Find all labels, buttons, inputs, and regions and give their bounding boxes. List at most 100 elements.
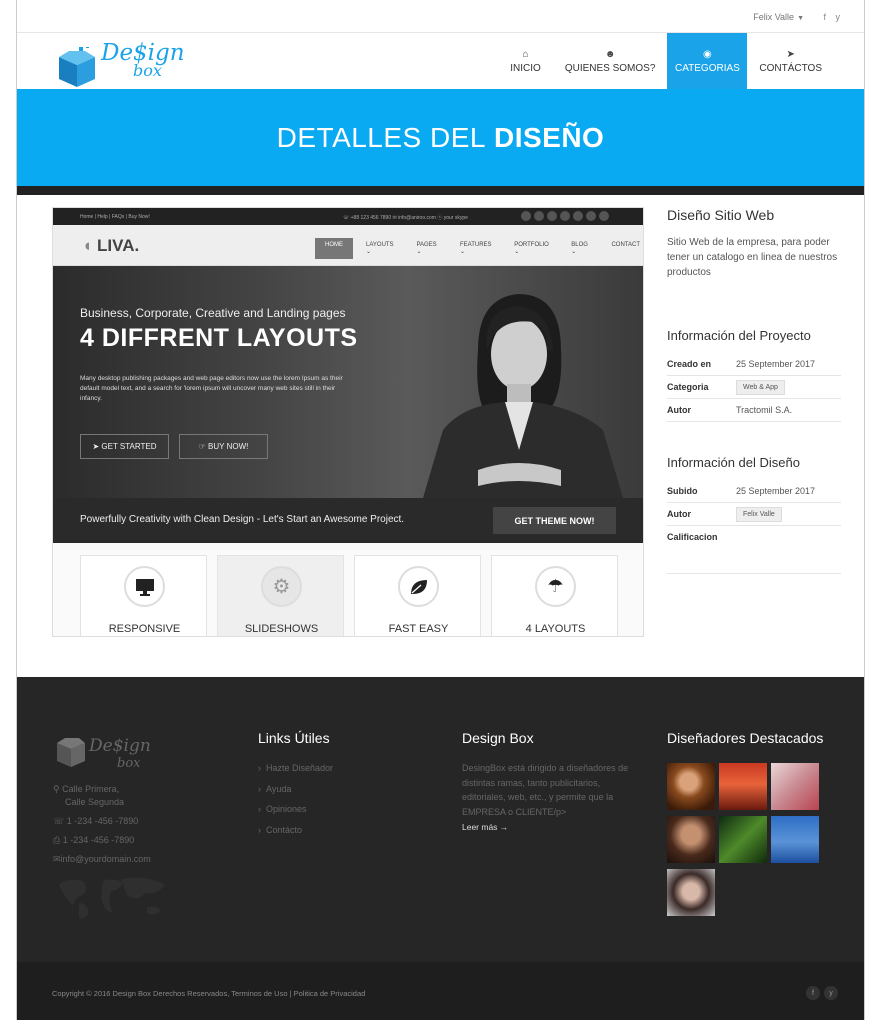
chevron-right-icon: › [258,763,266,773]
category-tag[interactable]: Web & App [736,379,785,395]
footer-link[interactable]: › Ayuda [258,784,408,805]
info-key: Autor [667,509,691,519]
footer-link[interactable]: › Opiniones [258,804,408,825]
info-value: 25 September 2017 [736,486,816,496]
designer-thumbnail[interactable] [667,816,715,863]
nav-quienes-somos[interactable]: ☻ QUIENES SOMOS? [553,33,668,89]
feature-label: SLIDESHOWS [244,623,319,635]
button-label: GET STARTED [101,442,157,451]
project-title: Diseño Sitio Web [667,207,775,223]
caret-down-icon: ▼ [797,15,804,22]
preview-topbar: Home | Help | FAQs | Buy Now! ☏ +88 123 … [53,208,643,225]
feature-label: RESPONSIVE [108,623,181,635]
preview-logo: ◖ LIVA. [82,236,139,256]
home-icon: ⌂ [522,48,529,60]
design-info-title: Información del Diseño [667,455,800,470]
nav-label: CONTÁCTOS [759,62,822,74]
main-nav: ⌂ INICIO ☻ QUIENES SOMOS? ◉ CATEGORIAS ➤ CON… [498,33,834,89]
info-key: Autor [667,405,691,415]
info-row: Autor Felix Valle [667,503,841,526]
nav-label: QUIENES SOMOS? [564,62,656,74]
send-icon: ➤ [92,442,102,451]
umbrella-icon: ☂ [535,566,576,607]
preview-nav: ◖ LIVA. HOME LAYOUTS ⌄ PAGES ⌄ FEATURES … [53,225,643,266]
project-details-sidebar: Diseño Sitio Web Sitio Web de la empresa… [667,207,841,574]
designer-thumbnail[interactable] [667,763,715,810]
nav-categorias[interactable]: ◉ CATEGORIAS [667,33,748,89]
footer-logo: De$ign box [57,736,151,771]
footer-about-title: Design Box [462,730,534,746]
fax: ⎙ 1 -234 -456 -7890 [53,834,203,847]
facebook-icon[interactable]: f [823,12,826,22]
preview-cta-button: GET THEME NOW! [493,507,616,534]
preview-nav-item: LAYOUTS ⌄ [366,242,394,255]
designer-thumbnail[interactable] [719,816,767,863]
email[interactable]: ✉info@yourdomain.com [53,853,203,866]
footer-link[interactable]: › Hazte Diseñador [258,763,408,784]
preview-nav-links: HOME LAYOUTS ⌄ PAGES ⌄ FEATURES ⌄ PORTFO… [315,238,643,259]
chevron-right-icon: › [258,824,266,835]
preview-features: RESPONSIVE ⚙ SLIDESHOWS FAST EASY ☂ 4 LA… [53,543,643,636]
designer-thumbnail[interactable] [719,763,767,810]
info-value: 25 September 2017 [736,359,816,369]
designer-thumbnail[interactable] [771,763,819,810]
preview-hero-title: 4 DIFFRENT LAYOUTS [80,324,358,352]
svg-text:De$ign: De$ign [88,736,151,756]
feature-label: FAST EASY [388,623,449,635]
nav-contactos[interactable]: ➤ CONTÁCTOS [747,33,834,89]
designer-thumbnail[interactable] [771,816,819,863]
preview-hero: Business, Corporate, Creative and Landin… [53,266,643,498]
leaf-icon: ◖ [82,236,93,255]
preview-hero-subtitle: Business, Corporate, Creative and Landin… [80,306,346,320]
user-menu[interactable]: Felix Valle ▼ [753,12,804,22]
preview-nav-item: PAGES ⌄ [416,242,437,255]
facebook-icon[interactable]: f [806,986,820,1000]
map-marker-icon: ⚲ [53,784,63,794]
footer-bottom-bar: Copyright © 2016 Design Box Derechos Res… [17,962,864,1020]
phone-number: 1 -234 -456 -7890 [66,816,139,826]
info-key: Categoria [667,382,709,392]
fax-number: 1 -234 -456 -7890 [62,835,135,845]
read-more-link[interactable]: Leer más → [462,822,508,832]
cube-logo-icon [59,47,95,87]
footer-links-list: › Hazte Diseñador › Ayuda › Opiniones › … [258,763,408,845]
header: De$ign box ⌂ INICIO ☻ QUIENES SOMOS? ◉ CATE… [17,33,864,89]
feature-card: ⚙ SLIDESHOWS [217,555,344,636]
footer: De$ign box ⚲ Calle Primera, Calle Segunda… [17,677,864,962]
info-row: Creado en 25 September 2017 [667,353,841,376]
address-line2: Calle Segunda [65,797,125,807]
globe-icon: ◉ [703,48,712,60]
leaf-icon [398,566,439,607]
banner-divider [17,186,864,195]
designer-thumbnail[interactable] [667,869,715,916]
author-tag[interactable]: Felix Valle [736,506,782,522]
info-value: Tractomil S.A. [736,405,793,415]
address: ⚲ Calle Primera, Calle Segunda [53,783,203,809]
logo[interactable]: De$ign box [55,37,195,89]
button-label: BUY NOW! [208,442,249,451]
footer-designers-title: Diseñadores Destacados [667,730,824,746]
info-key: Calificacion [667,532,718,542]
preview-buy-now-button: ☞ BUY NOW! [179,434,268,459]
email-address: info@yourdomain.com [60,854,151,864]
footer-link[interactable]: › Contácto [258,825,408,846]
design-preview-image: Home | Help | FAQs | Buy Now! ☏ +88 123 … [52,207,644,637]
send-icon: ➤ [786,48,795,60]
info-row: Categoria Web & App [667,376,841,399]
preview-nav-item: FEATURES ⌄ [459,242,492,255]
twitter-icon[interactable]: y [824,986,838,1000]
info-key: Subido [667,486,698,496]
preview-top-links: Home | Help | FAQs | Buy Now! [80,214,150,220]
user-name: Felix Valle [753,12,795,22]
project-info-table: Creado en 25 September 2017 Categoria Web … [667,353,841,422]
copyright-text: Copyright © 2016 Design Box Derechos Res… [52,989,366,998]
nav-label: INICIO [510,62,541,74]
info-key: Creado en [667,359,712,369]
preview-get-started-button: ➤ GET STARTED [80,434,169,459]
preview-cta-strip: Powerfully Creativity with Clean Design … [53,498,643,543]
phone: ☏ 1 -234 -456 -7890 [53,815,203,828]
nav-inicio[interactable]: ⌂ INICIO [498,33,553,89]
preview-cta-text: Powerfully Creativity with Clean Design … [80,514,405,525]
twitter-icon[interactable]: y [836,12,841,22]
footer-link-label: Contácto [266,824,303,835]
